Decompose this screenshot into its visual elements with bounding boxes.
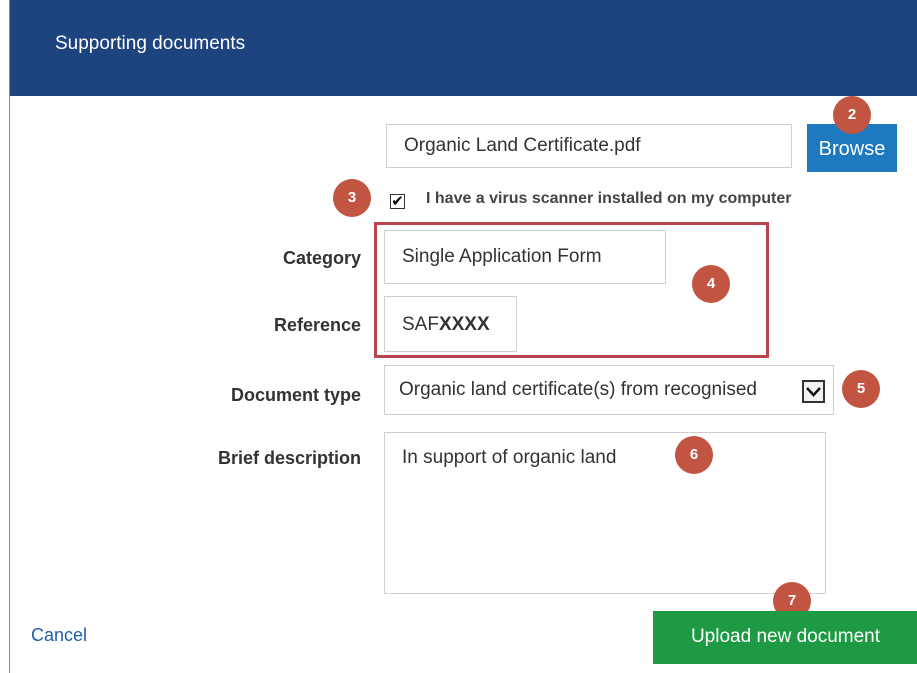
category-field[interactable]: Single Application Form xyxy=(384,230,666,284)
brief-description-textarea[interactable]: In support of organic land xyxy=(384,432,826,594)
cancel-link[interactable]: Cancel xyxy=(31,625,87,646)
brief-description-label: Brief description xyxy=(217,448,361,468)
document-type-label: Document type xyxy=(230,385,361,405)
category-label: Category xyxy=(282,248,361,268)
step-badge-4: 4 xyxy=(692,265,730,303)
dialog-header: Supporting documents xyxy=(10,0,917,96)
dialog-title: Supporting documents xyxy=(55,33,246,54)
chevron-down-icon[interactable] xyxy=(802,380,825,403)
step-badge-6: 6 xyxy=(675,436,713,474)
step-badge-3: 3 xyxy=(333,179,371,217)
reference-label: Reference xyxy=(273,315,361,335)
document-type-value: Organic land certificate(s) from recogni… xyxy=(399,379,757,400)
step-badge-2: 2 xyxy=(833,96,871,134)
virus-scanner-label: I have a virus scanner installed on my c… xyxy=(426,190,792,207)
reference-field[interactable]: SAFXXXX xyxy=(384,296,517,352)
document-type-select[interactable]: Organic land certificate(s) from recogni… xyxy=(384,365,834,415)
step-badge-5: 5 xyxy=(842,370,880,408)
virus-scanner-checkbox[interactable]: ✔ xyxy=(390,194,405,209)
supporting-documents-dialog: Supporting documents Organic Land Certif… xyxy=(9,0,917,673)
reference-suffix: XXXX xyxy=(438,314,490,335)
upload-new-document-button[interactable]: Upload new document xyxy=(653,611,917,664)
reference-prefix: SAF xyxy=(402,314,439,335)
file-name-field[interactable]: Organic Land Certificate.pdf xyxy=(386,124,792,168)
